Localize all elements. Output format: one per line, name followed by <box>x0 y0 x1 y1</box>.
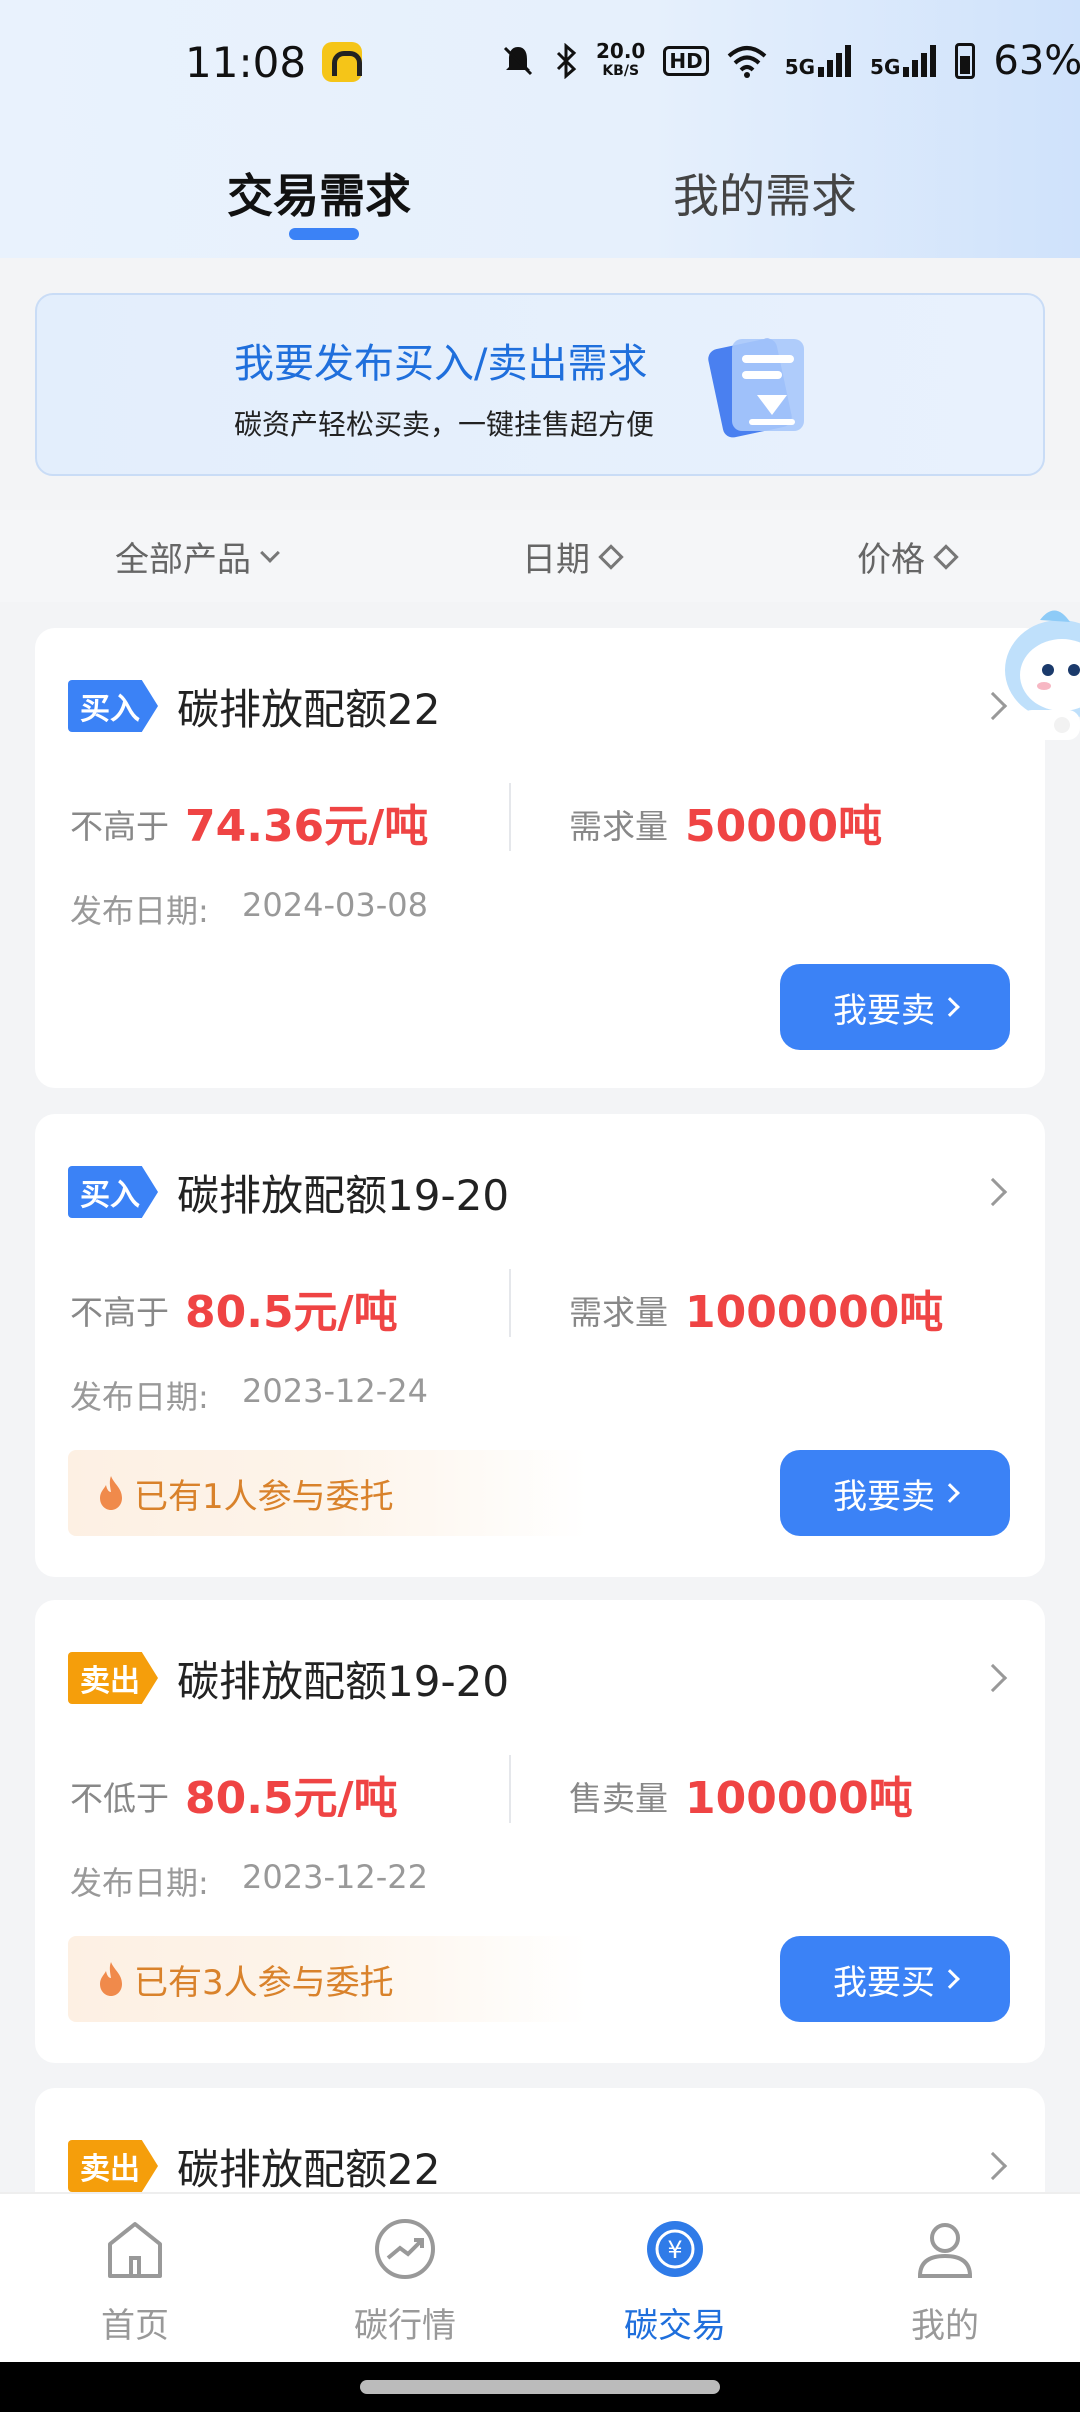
tab-my-demand[interactable]: 我的需求 <box>673 160 857 226</box>
buy-tag: 买入 <box>68 680 158 732</box>
battery-icon <box>955 43 976 79</box>
qty-value: 100000吨 <box>685 1773 913 1824</box>
sell-tag: 卖出 <box>68 2140 158 2192</box>
mute-bell-icon <box>503 46 533 76</box>
chevron-right-icon[interactable] <box>978 2151 1008 2181</box>
chevron-right-icon <box>940 1483 960 1503</box>
status-icons: 20.0 KB/S HD 5G 5G 63% <box>500 36 1080 86</box>
price-label: 不高于 <box>70 807 169 846</box>
chevron-right-icon <box>940 1969 960 1989</box>
price-value: 74.36元/吨 <box>185 801 429 852</box>
sort-icon <box>598 543 624 570</box>
yuan-exchange-icon: ¥ <box>647 2221 703 2277</box>
flame-icon <box>100 1962 122 1996</box>
buy-tag: 买入 <box>68 1166 158 1218</box>
divider <box>509 1269 511 1337</box>
date-label: 发布日期: <box>70 1864 209 1902</box>
signal-5g-icon-2: 5G <box>870 45 937 77</box>
sell-button[interactable]: 我要卖 <box>780 1450 1010 1536</box>
svg-text:¥: ¥ <box>667 2236 682 2264</box>
status-time: 11:08 <box>185 38 307 87</box>
tab-trade-demand[interactable]: 交易需求 <box>227 160 411 226</box>
mascot-icon[interactable] <box>1000 600 1080 750</box>
wifi-icon <box>727 46 767 78</box>
market-trend-icon <box>375 2219 435 2279</box>
home-icon <box>108 2222 162 2278</box>
banner-title: 我要发布买入/卖出需求 <box>234 341 648 387</box>
demand-card[interactable]: 卖出 碳排放配额22 <box>35 2088 1045 2208</box>
date-label: 发布日期: <box>70 892 209 930</box>
demand-card[interactable]: 买入 碳排放配额22 不高于 74.36元/吨 需求量 50000吨 发布日期:… <box>35 628 1045 1088</box>
price-label: 不低于 <box>70 1779 169 1818</box>
qty-value: 1000000吨 <box>685 1287 944 1338</box>
participants-badge: 已有1人参与委托 <box>68 1450 588 1536</box>
card-title: 碳排放配额22 <box>177 2145 441 2194</box>
home-indicator[interactable] <box>360 2380 720 2394</box>
bottom-nav: 首页 碳行情 ¥ 碳交易 我的 <box>0 2192 1080 2362</box>
demand-card[interactable]: 买入 碳排放配额19-20 不高于 80.5元/吨 需求量 1000000吨 发… <box>35 1114 1045 1577</box>
bluetooth-icon <box>556 43 577 79</box>
card-title: 碳排放配额19-20 <box>177 1657 510 1706</box>
card-title: 碳排放配额22 <box>177 685 441 734</box>
hd-icon: HD <box>663 46 709 76</box>
chevron-right-icon <box>940 997 960 1017</box>
date-label: 发布日期: <box>70 1378 209 1416</box>
battery-percent: 63% <box>993 38 1080 84</box>
filter-price[interactable]: 价格 <box>857 532 959 581</box>
date-value: 2023-12-24 <box>242 1372 428 1410</box>
chevron-right-icon[interactable] <box>978 1177 1008 1207</box>
status-bar: 11:08 20.0 KB/S HD 5G 5G 63% <box>0 0 1080 125</box>
document-download-icon <box>708 338 804 438</box>
banner-subtitle: 碳资产轻松买卖，一键挂售超方便 <box>234 408 655 441</box>
participants-badge: 已有3人参与委托 <box>68 1936 588 2022</box>
net-speed: 20.0 KB/S <box>596 39 646 79</box>
divider <box>509 1755 511 1823</box>
flame-icon <box>100 1476 122 1510</box>
qty-label: 需求量 <box>569 807 668 846</box>
divider <box>509 783 511 851</box>
filter-date[interactable]: 日期 <box>522 532 624 581</box>
date-value: 2024-03-08 <box>242 886 428 924</box>
sell-button[interactable]: 我要卖 <box>780 964 1010 1050</box>
price-value: 80.5元/吨 <box>185 1287 398 1338</box>
top-tabs: 交易需求 我的需求 <box>0 150 1080 250</box>
card-title: 碳排放配额19-20 <box>177 1171 510 1220</box>
sell-tag: 卖出 <box>68 1652 158 1704</box>
signal-5g-icon: 5G <box>785 45 852 77</box>
qty-label: 售卖量 <box>569 1779 668 1818</box>
buy-button[interactable]: 我要买 <box>780 1936 1010 2022</box>
nav-market[interactable]: 碳行情 <box>325 2214 485 2347</box>
price-label: 不高于 <box>70 1293 169 1332</box>
nav-trade[interactable]: ¥ 碳交易 <box>595 2214 755 2347</box>
filter-product[interactable]: 全部产品 <box>115 532 280 581</box>
price-value: 80.5元/吨 <box>185 1773 398 1824</box>
date-value: 2023-12-22 <box>242 1858 428 1896</box>
publish-demand-banner[interactable]: 我要发布买入/卖出需求 碳资产轻松买卖，一键挂售超方便 <box>35 293 1045 476</box>
chevron-down-icon <box>260 542 280 563</box>
qty-value: 50000吨 <box>685 801 883 852</box>
filter-bar: 全部产品 日期 价格 <box>0 510 1080 602</box>
demand-card[interactable]: 卖出 碳排放配额19-20 不低于 80.5元/吨 售卖量 100000吨 发布… <box>35 1600 1045 2063</box>
qty-label: 需求量 <box>569 1293 668 1332</box>
nav-home[interactable]: 首页 <box>55 2214 215 2347</box>
app-notification-icon <box>322 42 362 82</box>
chevron-right-icon[interactable] <box>978 1663 1008 1693</box>
sort-icon <box>933 543 959 570</box>
tab-indicator <box>289 228 359 240</box>
nav-mine[interactable]: 我的 <box>865 2214 1025 2347</box>
user-icon <box>917 2223 973 2278</box>
